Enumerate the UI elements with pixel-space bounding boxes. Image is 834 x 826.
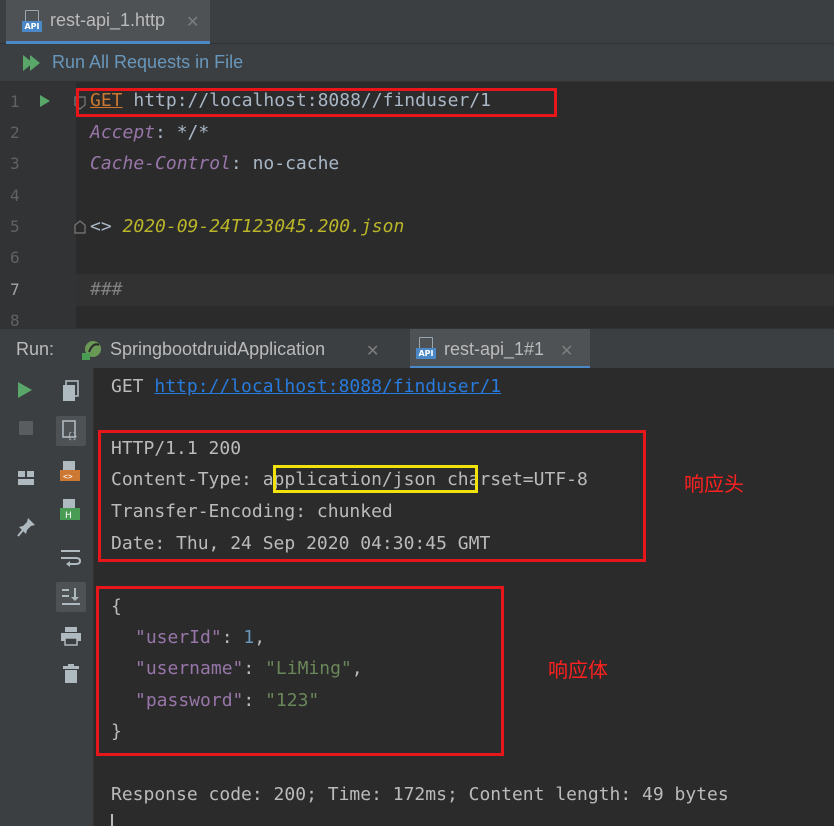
header-value: no-cache [252, 153, 340, 174]
request-highlight-box [76, 88, 557, 117]
svg-text:{}: {} [67, 432, 78, 442]
editor-tab-bar: API rest-api_1.http ✕ [0, 0, 834, 44]
tab-rest-api-file[interactable]: API rest-api_1.http ✕ [6, 0, 210, 44]
response-headers-highlight-box [98, 430, 646, 562]
response-summary: Response code: 200; Time: 172ms; Content… [111, 784, 729, 805]
active-view-toggle[interactable]: {} [56, 416, 86, 446]
headers-view-icon[interactable]: H [60, 498, 82, 522]
api-file-icon: API [416, 337, 436, 359]
line-number: 4 [10, 186, 20, 205]
run-all-icon[interactable] [22, 54, 42, 72]
current-line-highlight [76, 274, 834, 306]
close-tab-icon[interactable]: ✕ [560, 341, 573, 361]
line-number: 2 [10, 123, 20, 142]
header-name: Accept [90, 122, 156, 143]
line-number: 6 [10, 248, 20, 267]
header-name: Cache-Control [90, 153, 231, 174]
tab-label: SpringbootdruidApplication [110, 339, 326, 359]
copy-request-icon[interactable] [62, 380, 80, 402]
request-echo: GET http://localhost:8088/finduser/1 [111, 376, 502, 397]
line-number: 1 [10, 92, 20, 111]
request-separator: ### [90, 279, 123, 300]
headers-annotation: 响应头 [684, 472, 744, 496]
soft-wrap-icon[interactable] [60, 548, 82, 568]
scroll-to-end-icon [62, 588, 80, 605]
response-file-link[interactable]: 2020-09-24T123045.200.json [123, 216, 405, 237]
request-url-link[interactable]: http://localhost:8088/finduser/1 [154, 376, 501, 397]
response-output[interactable]: GET http://localhost:8088/finduser/1 HTT… [95, 368, 834, 826]
response-body-highlight-box [96, 586, 504, 756]
tab-label: rest-api_1#1 [444, 339, 545, 359]
line-number: 8 [10, 311, 20, 328]
close-tab-icon[interactable]: ✕ [366, 341, 379, 361]
run-request-icon[interactable] [40, 95, 50, 107]
run-actions-bar [0, 368, 46, 826]
editor-toolbar: Run All Requests in File [0, 44, 834, 82]
text-cursor [111, 814, 113, 826]
http-editor[interactable]: 1 2 3 4 5 6 7 8 GET http://localhost:808… [0, 82, 834, 328]
rerun-icon[interactable] [18, 382, 32, 398]
run-panel-header: Run: SpringbootdruidApplication ✕ API re… [0, 328, 834, 369]
line-number: 5 [10, 217, 20, 236]
svg-text:<>: <> [63, 472, 73, 481]
svg-text:H: H [65, 511, 72, 521]
body-annotation: 响应体 [548, 658, 608, 682]
header-line[interactable]: Accept: */* [90, 122, 209, 143]
header-line[interactable]: Cache-Control: no-cache [90, 153, 339, 174]
run-panel-label: Run: [16, 339, 55, 359]
run-all-requests-button[interactable]: Run All Requests in File [52, 52, 243, 73]
tab-springboot-application[interactable]: SpringbootdruidApplication ✕ [80, 329, 390, 369]
content-type-highlight-box [273, 465, 478, 493]
fold-marker-icon[interactable] [74, 220, 86, 234]
line-number: 3 [10, 154, 20, 173]
tab-label: rest-api_1.http [50, 10, 166, 30]
print-icon[interactable] [60, 626, 82, 646]
header-value: */* [176, 122, 210, 143]
line-number: 7 [10, 280, 20, 299]
json-view-icon: {} [62, 420, 78, 442]
pin-icon[interactable] [17, 516, 37, 538]
layout-icon[interactable] [17, 470, 35, 486]
api-file-icon: API [22, 10, 42, 32]
delete-icon[interactable] [62, 664, 80, 684]
spring-boot-icon [82, 341, 101, 360]
tab-rest-api-run[interactable]: API rest-api_1#1 ✕ [410, 329, 590, 369]
output-actions-bar: {} <> H [46, 368, 94, 826]
html-view-icon[interactable]: <> [60, 460, 82, 482]
stop-icon[interactable] [19, 421, 33, 435]
scroll-to-end-toggle[interactable] [56, 582, 86, 612]
response-reference-line[interactable]: <> 2020-09-24T123045.200.json [90, 216, 404, 237]
close-tab-icon[interactable]: ✕ [186, 12, 199, 32]
